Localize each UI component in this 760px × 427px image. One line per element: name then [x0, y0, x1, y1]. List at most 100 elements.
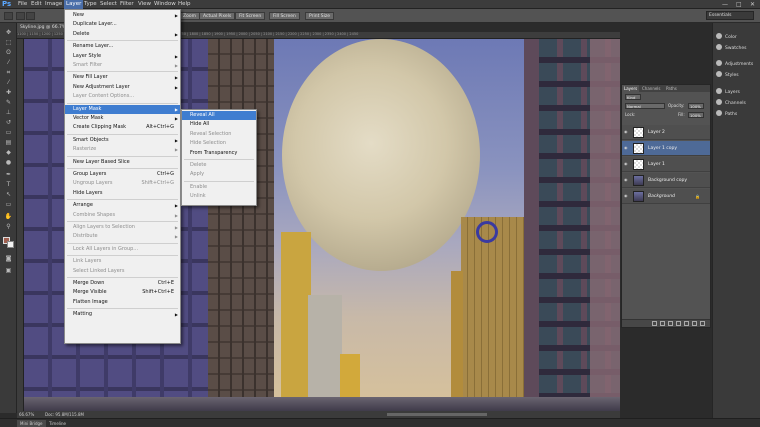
close-icon[interactable]: ✕: [750, 0, 755, 9]
minimize-icon[interactable]: —: [722, 0, 728, 9]
horizontal-scrollbar[interactable]: [387, 413, 487, 416]
menu-window[interactable]: Window: [152, 0, 178, 9]
fit-screen-button[interactable]: Fit Screen: [235, 12, 266, 20]
blur-tool-icon[interactable]: ◆: [4, 149, 13, 156]
layer-name[interactable]: Background: [648, 189, 675, 204]
layer-thumbnail[interactable]: [633, 191, 644, 202]
zoom-level[interactable]: 66.67%: [19, 411, 34, 418]
zoom-button[interactable]: Zoom: [179, 12, 200, 20]
visibility-eye-icon[interactable]: ◉: [624, 194, 629, 198]
tab-channels[interactable]: Channels: [640, 85, 663, 92]
menu-item-vector-mask[interactable]: Vector Mask ▶: [65, 114, 180, 123]
menu-layer[interactable]: Layer: [64, 0, 84, 9]
dodge-tool-icon[interactable]: ●: [4, 159, 13, 166]
background-color-swatch[interactable]: [7, 241, 14, 248]
menu-item-create-clipping-mask[interactable]: Create Clipping Mask Alt+Ctrl+G: [65, 123, 180, 132]
menu-item-rename-layer[interactable]: Rename Layer...: [65, 42, 180, 51]
opacity-input[interactable]: 100%: [688, 103, 704, 109]
menu-edit[interactable]: Edit: [29, 0, 44, 9]
filter-kind-select[interactable]: Kind: [625, 94, 641, 100]
panel-paths[interactable]: Paths: [716, 110, 737, 119]
new-layer-icon[interactable]: [692, 321, 697, 326]
layer-thumbnail[interactable]: [633, 127, 644, 138]
menu-image[interactable]: Image: [43, 0, 64, 9]
screen-mode-icon[interactable]: ▣: [4, 267, 13, 274]
fx-icon[interactable]: [660, 321, 665, 326]
menu-item-reveal-all[interactable]: Reveal All: [182, 111, 256, 120]
menu-item-merge-visible[interactable]: Merge Visible Shift+Ctrl+E: [65, 288, 180, 297]
menu-item-arrange[interactable]: Arrange ▶: [65, 201, 180, 210]
menu-item-layer-mask[interactable]: Layer Mask ▶: [65, 104, 180, 114]
maximize-icon[interactable]: □: [736, 0, 742, 9]
menu-item-new-fill-layer[interactable]: New Fill Layer ▶: [65, 73, 180, 82]
visibility-eye-icon[interactable]: ◉: [624, 178, 629, 182]
lasso-tool-icon[interactable]: ʘ: [4, 49, 13, 56]
panel-styles[interactable]: Styles: [716, 71, 739, 80]
visibility-eye-icon[interactable]: ◉: [624, 130, 629, 134]
gradient-tool-icon[interactable]: ▤: [4, 139, 13, 146]
adjustment-layer-icon[interactable]: [676, 321, 681, 326]
history-brush-tool-icon[interactable]: ↺: [4, 119, 13, 126]
zoom-in-icon[interactable]: [16, 12, 25, 20]
eraser-tool-icon[interactable]: ▭: [4, 129, 13, 136]
layer-thumbnail[interactable]: [633, 175, 644, 186]
quick-mask-icon[interactable]: ◙: [4, 255, 13, 262]
path-select-tool-icon[interactable]: ↖: [4, 191, 13, 198]
zoom-tool-icon[interactable]: ⚲: [4, 223, 13, 230]
pen-tool-icon[interactable]: ✒: [4, 171, 13, 178]
menu-view[interactable]: View: [136, 0, 153, 9]
menu-select[interactable]: Select: [98, 0, 119, 9]
menu-item-hide-all[interactable]: Hide All: [182, 120, 256, 129]
tab-paths[interactable]: Paths: [664, 85, 679, 92]
layer-row-layer-2[interactable]: ◉ Layer 2: [622, 125, 710, 140]
layer-row-layer-1-copy[interactable]: ◉ Layer 1 copy: [622, 141, 710, 156]
menu-item-from-transparency[interactable]: From Transparency: [182, 149, 256, 158]
trash-icon[interactable]: [700, 321, 705, 326]
menu-item-smart-objects[interactable]: Smart Objects ▶: [65, 136, 180, 145]
menu-help[interactable]: Help: [176, 0, 193, 9]
link-layers-icon[interactable]: [652, 321, 657, 326]
layer-thumbnail[interactable]: [633, 143, 644, 154]
actual-pixels-button[interactable]: Actual Pixels: [199, 12, 236, 20]
panel-adjustments[interactable]: Adjustments: [716, 60, 753, 69]
healing-tool-icon[interactable]: ✚: [4, 89, 13, 96]
layer-row-layer-1[interactable]: ◉ Layer 1: [622, 157, 710, 172]
crop-tool-icon[interactable]: ⌗: [4, 69, 13, 76]
menu-item-delete[interactable]: Delete ▶: [65, 30, 180, 39]
type-tool-icon[interactable]: T: [4, 181, 13, 188]
panel-color[interactable]: Color: [716, 33, 737, 42]
visibility-eye-icon[interactable]: ◉: [624, 162, 629, 166]
fill-input[interactable]: 100%: [688, 112, 704, 118]
tab-layers[interactable]: Layers: [622, 85, 640, 92]
workspace-switcher[interactable]: Essentials: [706, 11, 754, 20]
eyedropper-tool-icon[interactable]: ⁄: [4, 79, 13, 86]
menu-item-new[interactable]: New ▶: [65, 11, 180, 20]
quick-select-tool-icon[interactable]: ⁄: [4, 59, 13, 66]
menu-item-group-layers[interactable]: Group Layers Ctrl+G: [65, 170, 180, 179]
move-tool-icon[interactable]: ✥: [4, 29, 13, 36]
layer-name[interactable]: Layer 2: [648, 125, 665, 140]
hand-tool-icon[interactable]: ✋: [4, 213, 13, 220]
menu-file[interactable]: File: [16, 0, 29, 9]
tab-mini-bridge[interactable]: Mini Bridge: [17, 420, 46, 427]
menu-item-duplicate-layer[interactable]: Duplicate Layer...: [65, 20, 180, 29]
menu-filter[interactable]: Filter: [118, 0, 136, 9]
layer-row-background-copy[interactable]: ◉ Background copy: [622, 173, 710, 188]
layer-name[interactable]: Layer 1 copy: [648, 141, 677, 156]
tab-timeline[interactable]: Timeline: [46, 420, 69, 427]
menu-type[interactable]: Type: [82, 0, 99, 9]
new-group-icon[interactable]: [684, 321, 689, 326]
zoom-out-icon[interactable]: [26, 12, 35, 20]
panel-swatches[interactable]: Swatches: [716, 44, 747, 53]
shape-tool-icon[interactable]: ▭: [4, 201, 13, 208]
menu-item-merge-down[interactable]: Merge Down Ctrl+E: [65, 279, 180, 288]
layer-thumbnail[interactable]: [633, 159, 644, 170]
brush-tool-icon[interactable]: ✎: [4, 99, 13, 106]
add-mask-icon[interactable]: [668, 321, 673, 326]
marquee-tool-icon[interactable]: ⬚: [4, 39, 13, 46]
menu-item-new-layer-based-slice[interactable]: New Layer Based Slice: [65, 158, 180, 167]
zoom-tool-icon[interactable]: [4, 12, 13, 20]
stamp-tool-icon[interactable]: ⊥: [4, 109, 13, 116]
menu-item-hide-layers[interactable]: Hide Layers: [65, 189, 180, 198]
blend-mode-select[interactable]: Normal: [625, 103, 665, 109]
